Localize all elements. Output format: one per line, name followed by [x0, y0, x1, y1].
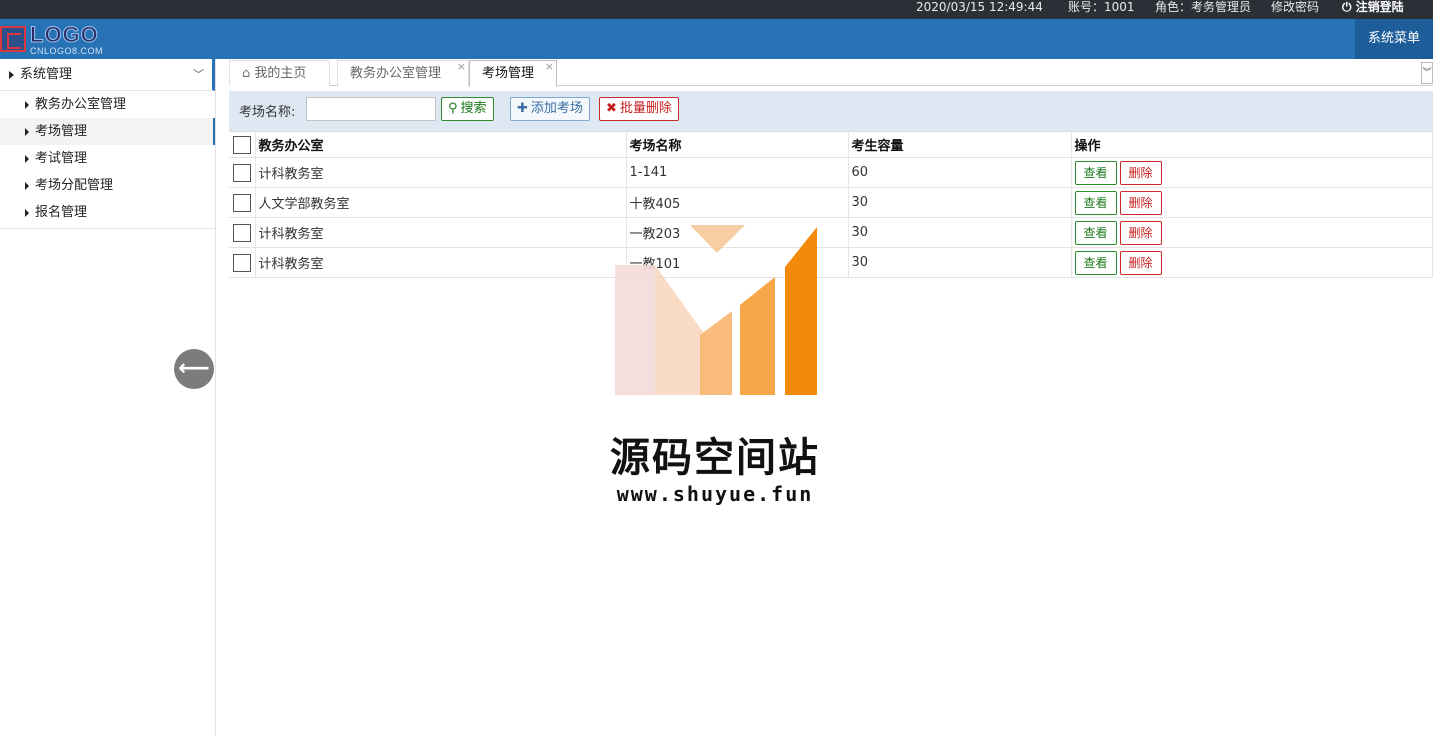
batch-delete-button[interactable]: ✖ 批量删除 [599, 97, 679, 121]
table-header-row: 教务办公室 考场名称 考生容量 操作 [229, 131, 1433, 158]
x-icon: ✖ [606, 101, 617, 116]
add-room-button[interactable]: ✚ 添加考场 [510, 97, 590, 121]
tab-home[interactable]: ⌂ 我的主页 [229, 60, 330, 86]
search-button-label: 搜索 [460, 101, 487, 116]
logout-link[interactable]: ⏻ 注销登陆 [1342, 0, 1404, 14]
column-header-room-name[interactable]: 考场名称 [626, 131, 849, 158]
watermark-url: www.shuyue.fun [616, 482, 814, 506]
tab-office-management[interactable]: 教务办公室管理 × [337, 60, 469, 86]
search-label: 考场名称: [239, 105, 296, 120]
chevron-down-icon: ﹀ [193, 68, 204, 81]
double-chevron-down-icon: ︾ [1422, 68, 1432, 78]
search-toolbar: 考场名称: ⚲ 搜索 ✚ 添加考场 ✖ 批量删除 [229, 91, 1433, 131]
delete-button[interactable]: 删除 [1119, 250, 1162, 275]
sidebar-submenu: 教务办公室管理 考场管理 考试管理 考场分配管理 报名管理 [0, 91, 215, 229]
sidebar-item-exam-room-management[interactable]: 考场管理 [0, 118, 215, 145]
sidebar-item-room-allocation[interactable]: 考场分配管理 [0, 172, 215, 199]
tab-label: 我的主页 [254, 66, 307, 81]
collapse-sidebar-button[interactable]: ⟵ [174, 349, 214, 389]
actions-cell: 查看 删除 [1071, 187, 1433, 218]
batch-delete-button-label: 批量删除 [619, 101, 672, 116]
column-header-actions: 操作 [1071, 131, 1433, 158]
account-text: 账号：1001 [1068, 0, 1135, 14]
exam-room-table: 教务办公室 考场名称 考生容量 操作 计科教务室 1-141 60 查看 删除 人… [229, 131, 1433, 278]
logout-label: 注销登陆 [1355, 0, 1404, 14]
search-button[interactable]: ⚲ 搜索 [441, 97, 494, 121]
row-select-cell [229, 217, 256, 248]
column-header-office[interactable]: 教务办公室 [255, 131, 627, 158]
view-button[interactable]: 查看 [1074, 160, 1117, 185]
logo-text: LOGO [30, 22, 99, 48]
room-name-cell: 1-141 [626, 157, 849, 188]
capacity-cell: 60 [848, 157, 1072, 188]
room-name-search-input[interactable] [306, 97, 436, 121]
column-header-capacity[interactable]: 考生容量 [848, 131, 1072, 158]
plus-icon: ✚ [517, 101, 528, 116]
row-checkbox[interactable] [232, 223, 251, 242]
view-button[interactable]: 查看 [1074, 190, 1117, 215]
sidebar-group-system-management[interactable]: 系统管理 ﹀ [0, 59, 215, 91]
tab-label: 考场管理 [482, 66, 535, 81]
watermark-title: 源码空间站 [610, 435, 820, 481]
top-status-bar: 2020/03/15 12:49:44 账号：1001 角色：考务管理员 修改密… [0, 0, 1433, 19]
office-cell: 人文学部教务室 [255, 187, 627, 218]
sidebar-item-exam-management[interactable]: 考试管理 [0, 145, 215, 172]
delete-button[interactable]: 删除 [1119, 190, 1162, 215]
home-icon: ⌂ [242, 66, 255, 81]
view-button[interactable]: 查看 [1074, 220, 1117, 245]
app-header: LOGO CNLOGO8.COM 系统菜单 [0, 19, 1433, 59]
row-select-cell [229, 247, 256, 278]
close-icon[interactable]: × [545, 54, 554, 80]
select-all-checkbox[interactable] [232, 135, 251, 154]
tab-bar: ⌂ 我的主页 教务办公室管理 × 考场管理 × ︾ [229, 60, 1433, 87]
actions-cell: 查看 删除 [1071, 217, 1433, 248]
capacity-cell: 30 [848, 187, 1072, 218]
sidebar: 系统管理 ﹀ 教务办公室管理 考场管理 考试管理 考场分配管理 报名管理 [0, 59, 216, 735]
logo-mark-icon [0, 26, 26, 52]
office-cell: 计科教务室 [255, 157, 627, 188]
power-icon: ⏻ [1342, 0, 1356, 14]
sidebar-group-label: 系统管理 [20, 67, 73, 82]
delete-button[interactable]: 删除 [1119, 160, 1162, 185]
row-checkbox[interactable] [232, 163, 251, 182]
row-checkbox[interactable] [232, 193, 251, 212]
logo-subtext: CNLOGO8.COM [30, 46, 104, 56]
select-all-cell [229, 131, 256, 158]
close-icon[interactable]: × [457, 54, 466, 80]
capacity-cell: 30 [848, 217, 1072, 248]
office-cell: 计科教务室 [255, 217, 627, 248]
view-button[interactable]: 查看 [1074, 250, 1117, 275]
arrow-left-icon: ⟵ [178, 356, 210, 381]
tab-exam-room-management[interactable]: 考场管理 × [469, 60, 557, 87]
datetime-text: 2020/03/15 12:49:44 [916, 0, 1043, 14]
sidebar-item-registration[interactable]: 报名管理 [0, 199, 215, 226]
add-room-button-label: 添加考场 [530, 101, 583, 116]
office-cell: 计科教务室 [255, 247, 627, 278]
actions-cell: 查看 删除 [1071, 247, 1433, 278]
tabs-more-button[interactable]: ︾ [1421, 62, 1433, 84]
row-select-cell [229, 157, 256, 188]
system-menu-button[interactable]: 系统菜单 [1355, 19, 1433, 59]
room-name-cell: 一教101 [626, 247, 849, 278]
table-row[interactable]: 计科教务室 1-141 60 查看 删除 [229, 157, 1433, 188]
delete-button[interactable]: 删除 [1119, 220, 1162, 245]
room-name-cell: 一教203 [626, 217, 849, 248]
tab-label: 教务办公室管理 [350, 66, 442, 81]
table-row[interactable]: 计科教务室 一教101 30 查看 删除 [229, 247, 1433, 278]
logo: LOGO CNLOGO8.COM [0, 22, 120, 58]
role-text: 角色：考务管理员 [1155, 0, 1252, 14]
capacity-cell: 30 [848, 247, 1072, 278]
room-name-cell: 十教405 [626, 187, 849, 218]
table-row[interactable]: 计科教务室 一教203 30 查看 删除 [229, 217, 1433, 248]
actions-cell: 查看 删除 [1071, 157, 1433, 188]
change-password-link[interactable]: 修改密码 [1271, 0, 1319, 14]
row-checkbox[interactable] [232, 253, 251, 272]
row-select-cell [229, 187, 256, 218]
table-row[interactable]: 人文学部教务室 十教405 30 查看 删除 [229, 187, 1433, 218]
sidebar-item-office-management[interactable]: 教务办公室管理 [0, 91, 215, 118]
search-icon: ⚲ [448, 101, 458, 116]
